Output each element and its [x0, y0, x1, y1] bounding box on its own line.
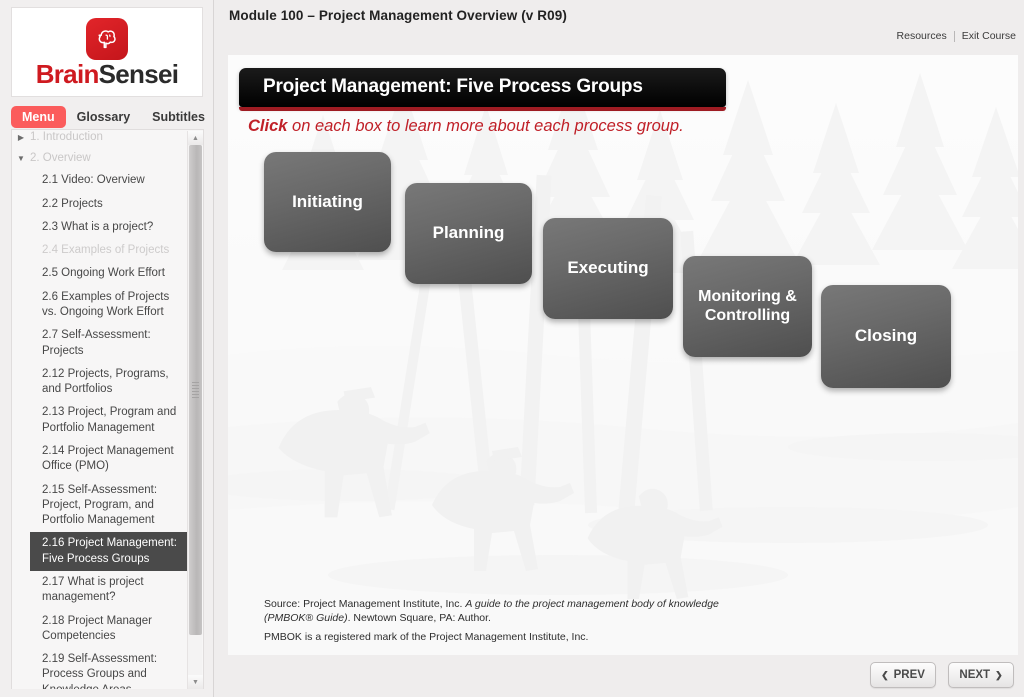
next-label: NEXT: [959, 669, 991, 681]
source-suffix: . Newtown Square, PA: Author.: [347, 612, 491, 625]
exit-course-link[interactable]: Exit Course: [962, 30, 1016, 42]
chevron-right-icon: ❯: [995, 669, 1003, 680]
course-outline-tree: ▶ 1. Introduction ▼ 2. Overview 2.1 Vide…: [11, 129, 204, 689]
brand-name-part1: Brain: [35, 58, 100, 89]
outline-items: ▶ 1. Introduction ▼ 2. Overview 2.1 Vide…: [12, 130, 190, 689]
sidebar: BrainSensei Menu Glossary Subtitles ▶ 1.…: [0, 0, 214, 697]
scrollbar-grip-icon: [192, 380, 199, 400]
process-group-planning[interactable]: Planning: [405, 183, 532, 284]
source-prefix: Source: Project Management Institute, In…: [264, 598, 466, 610]
outline-item-2-15[interactable]: 2.15 Self-Assessment: Project, Program, …: [12, 479, 190, 533]
next-button[interactable]: NEXT ❯: [948, 662, 1014, 688]
brand-name-part2: Sensei: [98, 58, 179, 89]
outline-item-2-4[interactable]: 2.4 Examples of Projects: [12, 239, 190, 262]
outline-item-2-17[interactable]: 2.17 What is project management?: [12, 571, 190, 610]
brain-icon: [86, 17, 128, 60]
outline-item-2-6[interactable]: 2.6 Examples of Projects vs. Ongoing Wor…: [12, 286, 190, 325]
footer-nav: ❮ PREV NEXT ❯: [215, 655, 1024, 697]
prev-label: PREV: [893, 669, 925, 681]
outline-item-2-1[interactable]: 2.1 Video: Overview: [12, 169, 190, 192]
outline-group-overview[interactable]: ▼ 2. Overview: [12, 148, 190, 169]
outline-item-2-16-active[interactable]: 2.16 Project Management: Five Process Gr…: [30, 532, 190, 571]
process-group-initiating[interactable]: Initiating: [264, 152, 391, 252]
outline-item-2-14[interactable]: 2.14 Project Management Office (PMO): [12, 440, 190, 479]
course-player: BrainSensei Menu Glossary Subtitles ▶ 1.…: [0, 0, 1024, 697]
source-citation: Source: Project Management Institute, In…: [264, 597, 734, 625]
resources-link[interactable]: Resources: [897, 30, 947, 42]
outline-scrollbar[interactable]: ▲ ▼: [187, 131, 203, 689]
slide-canvas: Project Management: Five Process Groups …: [228, 55, 1018, 655]
instruction-text: on each box to learn more about each pro…: [287, 117, 684, 135]
instruction-emphasis: Click: [248, 117, 288, 135]
chevron-right-icon[interactable]: ▶: [12, 130, 30, 144]
process-group-executing[interactable]: Executing: [543, 218, 673, 319]
slide-title-bar: Project Management: Five Process Groups: [239, 68, 726, 107]
outline-item-2-19[interactable]: 2.19 Self-Assessment: Process Groups and…: [12, 648, 190, 689]
scrollbar-thumb[interactable]: [189, 145, 202, 635]
outline-item-2-3[interactable]: 2.3 What is a project?: [12, 216, 190, 239]
brand-wordmark: BrainSensei: [36, 61, 179, 87]
outline-label: 1. Introduction: [30, 131, 103, 143]
outline-item-2-7[interactable]: 2.7 Self-Assessment: Projects: [12, 324, 190, 363]
tab-subtitles[interactable]: Subtitles: [141, 106, 216, 128]
trademark-note: PMBOK is a registered mark of the Projec…: [264, 631, 589, 643]
scroll-down-icon[interactable]: ▼: [188, 675, 203, 689]
tab-menu[interactable]: Menu: [11, 106, 66, 128]
outline-item-2-2[interactable]: 2.2 Projects: [12, 193, 190, 216]
process-group-closing[interactable]: Closing: [821, 285, 951, 388]
prev-button[interactable]: ❮ PREV: [870, 662, 936, 688]
outline-item-2-18[interactable]: 2.18 Project Manager Competencies: [12, 610, 190, 649]
outline-item-2-12[interactable]: 2.12 Projects, Programs, and Portfolios: [12, 363, 190, 402]
process-group-monitoring-controlling[interactable]: Monitoring & Controlling: [683, 256, 812, 357]
chevron-down-icon[interactable]: ▼: [12, 151, 30, 165]
outline-label: 2. Overview: [30, 152, 91, 165]
title-accent-bar: [239, 107, 726, 111]
slide-title: Project Management: Five Process Groups: [263, 76, 643, 97]
chevron-left-icon: ❮: [881, 669, 889, 680]
header-links: Resources Exit Course: [897, 30, 1016, 42]
sidebar-tabs: Menu Glossary Subtitles: [11, 105, 211, 129]
outline-group-introduction[interactable]: ▶ 1. Introduction: [12, 130, 190, 148]
header: Module 100 – Project Management Overview…: [215, 0, 1024, 56]
scroll-up-icon[interactable]: ▲: [188, 131, 203, 145]
brand-logo: BrainSensei: [11, 7, 203, 97]
slide-instruction: Click on each box to learn more about ea…: [248, 117, 684, 136]
outline-item-2-5[interactable]: 2.5 Ongoing Work Effort: [12, 262, 190, 285]
outline-item-2-13[interactable]: 2.13 Project, Program and Portfolio Mana…: [12, 401, 190, 440]
link-divider: [953, 30, 955, 42]
page-title: Module 100 – Project Management Overview…: [229, 8, 567, 23]
tab-glossary[interactable]: Glossary: [66, 106, 142, 128]
